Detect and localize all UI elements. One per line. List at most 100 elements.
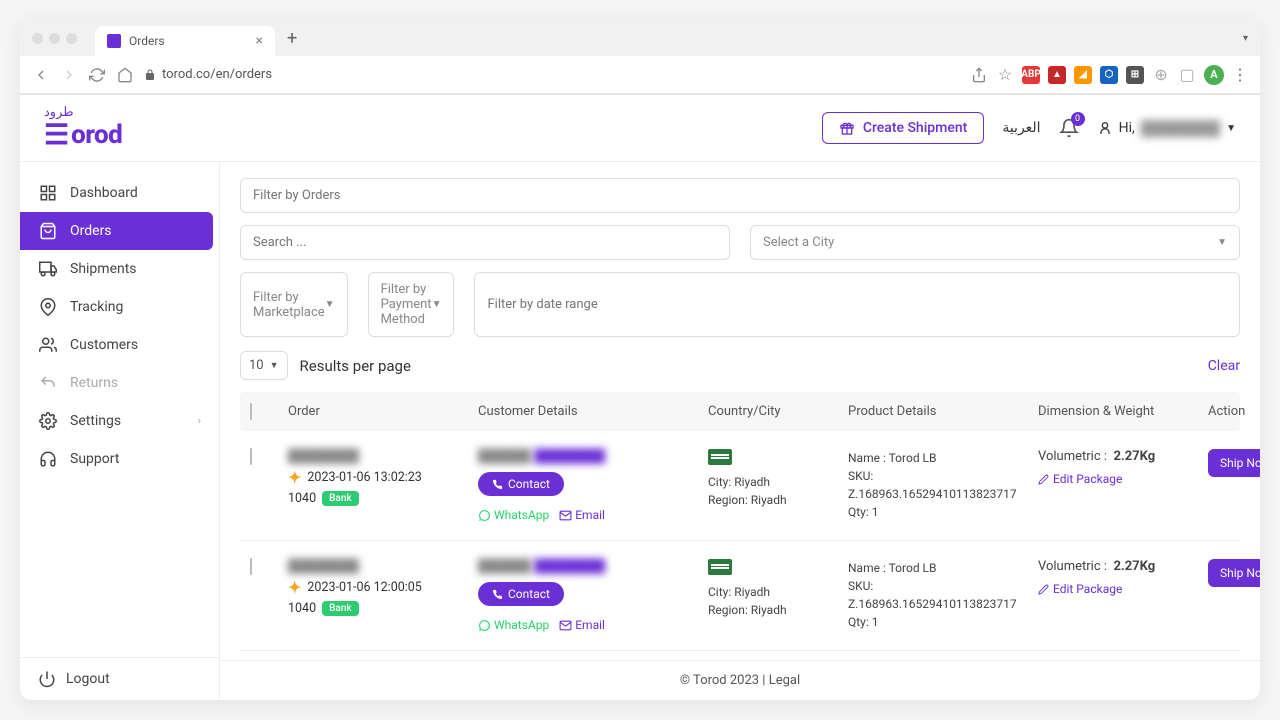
customer-cell: ██████ ████████ Contact WhatsApp Email [478, 449, 698, 522]
page-size-select[interactable]: 10 ▼ [240, 351, 288, 380]
filter-orders-input[interactable] [240, 178, 1240, 213]
ext-abp-icon[interactable]: ABP [1022, 66, 1040, 84]
col-country: Country/City [708, 404, 838, 419]
order-code: 1040 [288, 491, 316, 506]
share-icon[interactable] [970, 67, 988, 83]
browser-menu-icon[interactable]: ⋮ [1232, 65, 1248, 84]
sidebar-item-customers[interactable]: Customers [20, 326, 219, 364]
date-range-input[interactable] [474, 272, 1240, 337]
ship-now-button[interactable]: Ship Now [1208, 559, 1260, 587]
sidebar-item-label: Settings [70, 413, 121, 429]
sidebar-item-label: Customers [70, 337, 138, 353]
edit-package-link[interactable]: Edit Package [1038, 582, 1122, 596]
contact-button[interactable]: Contact [478, 472, 564, 496]
user-greeting: Hi, [1119, 120, 1135, 136]
url-text: torod.co/en/orders [162, 67, 272, 82]
home-button[interactable] [116, 67, 134, 83]
user-icon [1097, 120, 1113, 136]
chevron-right-icon: › [198, 416, 201, 427]
phone-icon [492, 479, 503, 490]
sidebar-item-label: Support [70, 451, 119, 467]
customer-sub-hidden: ████████ [534, 449, 605, 464]
chevron-down-icon: ▼ [1217, 237, 1227, 248]
sidebar-item-returns[interactable]: Returns [20, 364, 219, 402]
gift-icon [839, 120, 855, 136]
col-customer: Customer Details [478, 404, 698, 419]
chevron-down-icon: ▼ [270, 360, 279, 371]
logo-text: orod [71, 120, 122, 150]
customer-cell: ██████ ████████ Contact WhatsApp Email [478, 559, 698, 632]
email-link[interactable]: Email [559, 508, 605, 522]
row-checkbox[interactable] [250, 558, 252, 575]
search-input[interactable] [240, 225, 730, 260]
back-button[interactable] [32, 67, 50, 83]
sidebar-item-dashboard[interactable]: Dashboard [20, 174, 219, 212]
contact-button[interactable]: Contact [478, 582, 564, 606]
tabs-dropdown-icon[interactable]: ▾ [1243, 33, 1248, 44]
dashboard-icon [38, 184, 58, 202]
window-controls[interactable] [32, 33, 77, 44]
forward-button[interactable] [60, 67, 78, 83]
sidebar-item-settings[interactable]: Settings › [20, 402, 219, 440]
sidebar: Dashboard Orders Shipments Tracking Cust… [20, 162, 220, 700]
close-tab-icon[interactable]: × [256, 33, 263, 49]
edit-package-link[interactable]: Edit Package [1038, 472, 1122, 486]
phone-icon [492, 589, 503, 600]
address-bar[interactable]: torod.co/en/orders [144, 67, 960, 82]
sidebar-item-label: Shipments [70, 261, 137, 277]
order-datetime: 2023-01-06 13:02:23 [307, 470, 421, 485]
notification-badge: 0 [1071, 112, 1085, 126]
create-shipment-button[interactable]: Create Shipment [822, 112, 985, 144]
order-datetime: 2023-01-06 12:00:05 [307, 580, 421, 595]
email-icon [559, 509, 572, 522]
order-id-hidden: ████████ [288, 559, 359, 574]
marketplace-select[interactable]: Filter by Marketplace ▼ [240, 272, 348, 337]
ext-pdf-icon[interactable]: ▲ [1048, 66, 1066, 84]
ext-gray-icon[interactable]: ⊞ [1126, 66, 1144, 84]
whatsapp-link[interactable]: WhatsApp [478, 508, 549, 522]
sidebar-item-orders[interactable]: Orders [20, 212, 213, 250]
bookmark-icon[interactable]: ☆ [996, 65, 1014, 84]
sidebar-item-tracking[interactable]: Tracking [20, 288, 219, 326]
row-checkbox[interactable] [250, 448, 252, 465]
tracking-icon [38, 298, 58, 316]
ext-orange-icon[interactable]: ◢ [1074, 66, 1092, 84]
select-all-checkbox[interactable] [250, 403, 252, 420]
notifications-button[interactable]: 0 [1059, 118, 1079, 139]
chevron-down-icon: ▼ [325, 299, 335, 310]
table-row: ████████ ✦2023-01-06 12:00:05 1040 Bank … [240, 541, 1240, 651]
logo[interactable]: طرود ☰ orod [44, 105, 122, 151]
shipments-icon [38, 260, 58, 278]
flag-icon [708, 559, 732, 575]
new-tab-button[interactable]: + [287, 28, 297, 49]
email-link[interactable]: Email [559, 618, 605, 632]
returns-icon [38, 374, 58, 392]
reload-button[interactable] [88, 67, 106, 83]
sidebar-item-shipments[interactable]: Shipments [20, 250, 219, 288]
city-select[interactable]: Select a City ▼ [750, 225, 1240, 260]
payment-badge: Bank [322, 601, 359, 616]
ext-blue-icon[interactable]: ⬡ [1100, 66, 1118, 84]
customers-icon [38, 336, 58, 354]
profile-avatar[interactable]: A [1204, 65, 1224, 85]
browser-tab[interactable]: Orders × [95, 26, 275, 56]
customer-sub-hidden: ████████ [534, 559, 605, 574]
extensions-icon[interactable]: ⊕ [1152, 65, 1170, 84]
user-menu[interactable]: Hi, ████████ ▼ [1097, 120, 1236, 137]
language-toggle[interactable]: العربية [1002, 120, 1040, 136]
logout-button[interactable]: Logout [20, 657, 219, 700]
col-order: Order [288, 404, 468, 419]
sidebar-item-label: Orders [70, 223, 112, 239]
ship-now-button[interactable]: Ship Now [1208, 449, 1260, 477]
app-header: طرود ☰ orod Create Shipment العربية 0 Hi… [20, 95, 1260, 162]
whatsapp-link[interactable]: WhatsApp [478, 618, 549, 632]
table-header: Order Customer Details Country/City Prod… [240, 392, 1240, 431]
username-hidden: ████████ [1141, 120, 1220, 137]
sidebar-item-label: Returns [70, 375, 118, 391]
panel-icon[interactable]: ▢ [1178, 65, 1196, 84]
clear-filters-link[interactable]: Clear [1208, 358, 1240, 374]
sidebar-item-support[interactable]: Support [20, 440, 219, 478]
sidebar-item-label: Dashboard [70, 185, 138, 201]
payment-select[interactable]: Filter by Payment Method ▼ [368, 272, 455, 337]
edit-icon [1038, 584, 1049, 595]
